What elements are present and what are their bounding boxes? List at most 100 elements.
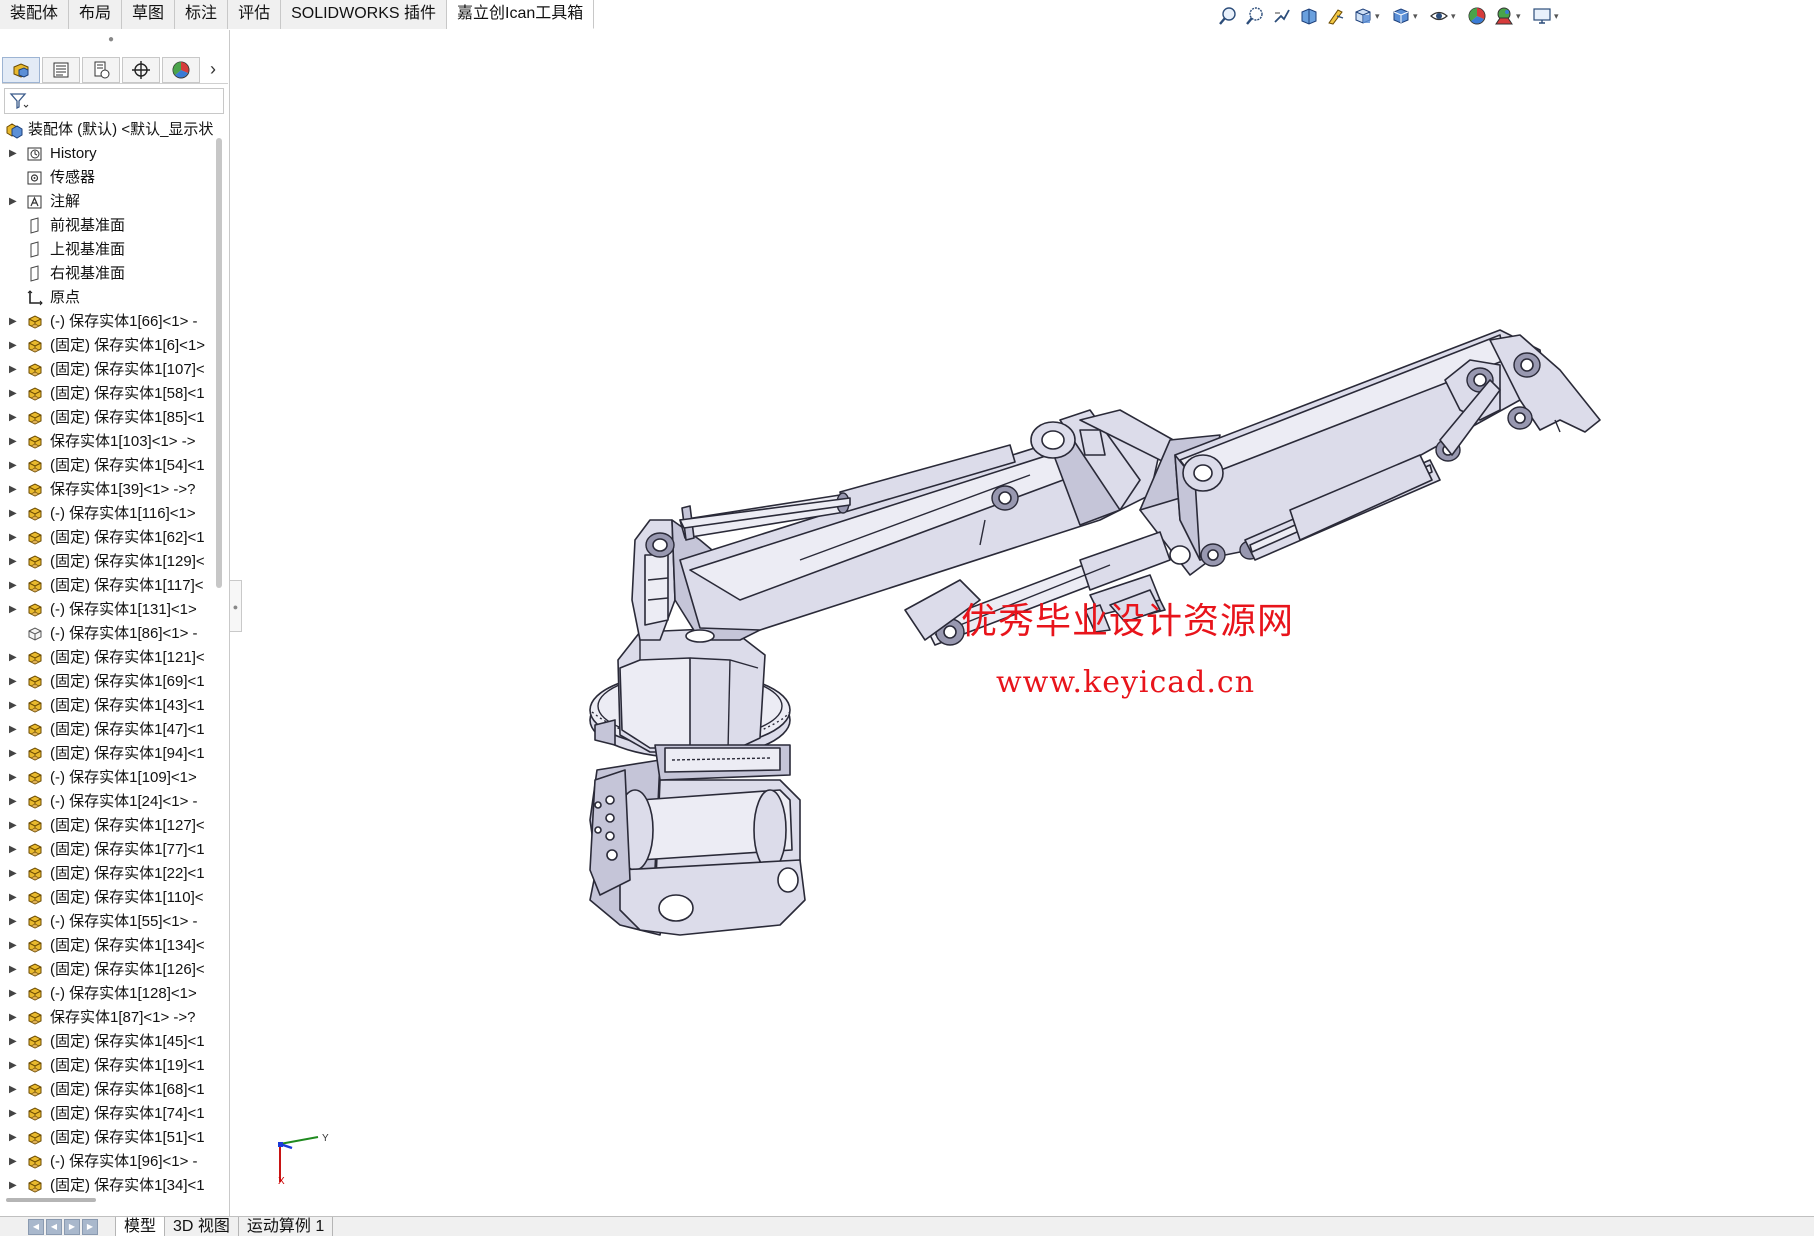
expand-arrow-icon[interactable]: ▶ bbox=[9, 766, 19, 790]
expand-arrow-icon[interactable]: ▶ bbox=[9, 430, 19, 454]
tree-item[interactable]: ▶ 注解 bbox=[0, 190, 214, 214]
expand-arrow-icon[interactable]: ▶ bbox=[9, 550, 19, 574]
chevron-down-icon[interactable]: ▾ bbox=[1451, 11, 1461, 22]
expand-arrow-icon[interactable]: ▶ bbox=[9, 1078, 19, 1102]
tree-item[interactable]: ▶ (-) 保存实体1[24]<1> - bbox=[0, 790, 214, 814]
expand-arrow-icon[interactable]: ▶ bbox=[9, 670, 19, 694]
expand-arrow-icon[interactable]: ▶ bbox=[9, 862, 19, 886]
first-tab-button[interactable]: ◀ bbox=[28, 1218, 44, 1235]
tree-item[interactable]: ▶ (固定) 保存实体1[6]<1> bbox=[0, 334, 214, 358]
expand-arrow-icon[interactable]: ▶ bbox=[9, 694, 19, 718]
expand-arrow-icon[interactable]: ▶ bbox=[9, 1174, 19, 1198]
expand-arrow-icon[interactable]: ▶ bbox=[9, 1030, 19, 1054]
tree-item[interactable]: 前视基准面 bbox=[0, 214, 214, 238]
dynamic-annotation-button[interactable] bbox=[1324, 5, 1348, 27]
configurationmanager-tab[interactable] bbox=[82, 56, 120, 83]
command-tab-0[interactable]: 装配体 bbox=[0, 0, 70, 29]
tree-item[interactable]: ▶ (固定) 保存实体1[129]< bbox=[0, 550, 214, 574]
apply-scene-button[interactable] bbox=[1492, 5, 1516, 27]
chevron-down-icon[interactable]: ▾ bbox=[1554, 11, 1564, 22]
expand-arrow-icon[interactable]: ▶ bbox=[9, 526, 19, 550]
command-tab-1[interactable]: 布局 bbox=[69, 0, 123, 29]
expand-arrow-icon[interactable]: ▶ bbox=[9, 742, 19, 766]
expand-arrow-icon[interactable]: ▶ bbox=[9, 1126, 19, 1150]
expand-arrow-icon[interactable]: ▶ bbox=[9, 646, 19, 670]
tree-item[interactable]: ▶ (固定) 保存实体1[68]<1 bbox=[0, 1078, 214, 1102]
tree-item[interactable]: ▶ (固定) 保存实体1[47]<1 bbox=[0, 718, 214, 742]
more-tabs-chevron-icon[interactable]: › bbox=[202, 57, 224, 83]
bottom-tab-2[interactable]: 运动算例 1 bbox=[237, 1216, 334, 1236]
expand-arrow-icon[interactable]: ▶ bbox=[9, 382, 19, 406]
zoom-to-fit-button[interactable] bbox=[1216, 5, 1240, 27]
tree-item[interactable]: ▶ (固定) 保存实体1[58]<1 bbox=[0, 382, 214, 406]
display-style-button[interactable] bbox=[1389, 5, 1413, 27]
chevron-down-icon[interactable]: ▾ bbox=[1516, 11, 1526, 22]
expand-arrow-icon[interactable]: ▶ bbox=[9, 1054, 19, 1078]
zoom-area-button[interactable] bbox=[1243, 5, 1267, 27]
tree-item[interactable]: ▶ (固定) 保存实体1[94]<1 bbox=[0, 742, 214, 766]
expand-arrow-icon[interactable]: ▶ bbox=[9, 934, 19, 958]
prev-tab-button[interactable]: ◀ bbox=[46, 1218, 62, 1235]
expand-arrow-icon[interactable]: ▶ bbox=[9, 886, 19, 910]
tree-item[interactable]: ▶ (固定) 保存实体1[85]<1 bbox=[0, 406, 214, 430]
command-tab-3[interactable]: 标注 bbox=[175, 0, 229, 29]
hide-show-button[interactable] bbox=[1427, 5, 1451, 27]
featuremanager-tab[interactable] bbox=[2, 56, 40, 83]
tree-item[interactable]: ▶ (固定) 保存实体1[45]<1 bbox=[0, 1030, 214, 1054]
expand-arrow-icon[interactable]: ▶ bbox=[9, 142, 19, 166]
chevron-down-icon[interactable]: ▾ bbox=[1375, 11, 1385, 22]
dimxpert-tab[interactable] bbox=[122, 56, 160, 83]
tree-item[interactable]: (-) 保存实体1[86]<1> - bbox=[0, 622, 214, 646]
tree-item[interactable]: ▶ (固定) 保存实体1[62]<1 bbox=[0, 526, 214, 550]
tree-item[interactable]: ▶ (固定) 保存实体1[126]< bbox=[0, 958, 214, 982]
command-tab-4[interactable]: 评估 bbox=[228, 0, 282, 29]
tree-item[interactable]: ▶ (固定) 保存实体1[74]<1 bbox=[0, 1102, 214, 1126]
last-tab-button[interactable]: ▶ bbox=[82, 1218, 98, 1235]
tree-item[interactable]: ▶ 保存实体1[39]<1> ->? bbox=[0, 478, 214, 502]
expand-arrow-icon[interactable]: ▶ bbox=[9, 406, 19, 430]
tree-vertical-scrollbar[interactable] bbox=[216, 138, 222, 588]
expand-arrow-icon[interactable]: ▶ bbox=[9, 574, 19, 598]
expand-arrow-icon[interactable]: ▶ bbox=[9, 910, 19, 934]
tree-item[interactable]: ▶ (固定) 保存实体1[117]< bbox=[0, 574, 214, 598]
expand-arrow-icon[interactable]: ▶ bbox=[9, 454, 19, 478]
expand-arrow-icon[interactable]: ▶ bbox=[9, 1150, 19, 1174]
tree-item[interactable]: ▶ (固定) 保存实体1[43]<1 bbox=[0, 694, 214, 718]
tree-item[interactable]: ▶ (-) 保存实体1[131]<1> bbox=[0, 598, 214, 622]
expand-arrow-icon[interactable]: ▶ bbox=[9, 598, 19, 622]
tree-item[interactable]: ▶ (固定) 保存实体1[69]<1 bbox=[0, 670, 214, 694]
tree-item[interactable]: ▶ (-) 保存实体1[109]<1> bbox=[0, 766, 214, 790]
panel-grip[interactable]: ● bbox=[108, 34, 114, 45]
expand-arrow-icon[interactable]: ▶ bbox=[9, 310, 19, 334]
tree-item[interactable]: ▶ (-) 保存实体1[66]<1> - bbox=[0, 310, 214, 334]
tree-item[interactable]: 上视基准面 bbox=[0, 238, 214, 262]
edit-appearance-button[interactable] bbox=[1465, 5, 1489, 27]
tree-item[interactable]: ▶ (固定) 保存实体1[34]<1 bbox=[0, 1174, 214, 1198]
tree-item[interactable]: ▶ (固定) 保存实体1[22]<1 bbox=[0, 862, 214, 886]
tree-item[interactable]: ▶ (固定) 保存实体1[107]< bbox=[0, 358, 214, 382]
command-tab-6[interactable]: 嘉立创Ican工具箱 bbox=[447, 0, 595, 29]
previous-view-button[interactable] bbox=[1270, 5, 1294, 27]
tree-item[interactable]: ▶ (-) 保存实体1[116]<1> bbox=[0, 502, 214, 526]
tree-item[interactable]: 右视基准面 bbox=[0, 262, 214, 286]
expand-arrow-icon[interactable]: ▶ bbox=[9, 958, 19, 982]
graphics-area[interactable]: .m { fill: #dcdcea; stroke: #2a2a38; str… bbox=[231, 30, 1814, 1216]
next-tab-button[interactable]: ▶ bbox=[64, 1218, 80, 1235]
tree-item[interactable]: ▶ (-) 保存实体1[96]<1> - bbox=[0, 1150, 214, 1174]
expand-arrow-icon[interactable]: ▶ bbox=[9, 190, 19, 214]
bottom-tab-0[interactable]: 模型 bbox=[115, 1216, 166, 1236]
chevron-down-icon[interactable]: ▾ bbox=[1413, 11, 1423, 22]
tree-item[interactable]: ▶ (固定) 保存实体1[19]<1 bbox=[0, 1054, 214, 1078]
expand-arrow-icon[interactable]: ▶ bbox=[9, 838, 19, 862]
expand-arrow-icon[interactable]: ▶ bbox=[9, 1102, 19, 1126]
expand-arrow-icon[interactable]: ▶ bbox=[9, 982, 19, 1006]
tree-item[interactable]: ▶ (固定) 保存实体1[121]< bbox=[0, 646, 214, 670]
tree-item[interactable]: ▶ 保存实体1[103]<1> -> bbox=[0, 430, 214, 454]
tree-item[interactable]: 传感器 bbox=[0, 166, 214, 190]
tree-item[interactable]: ▶ History bbox=[0, 142, 214, 166]
expand-arrow-icon[interactable]: ▶ bbox=[9, 1006, 19, 1030]
expand-arrow-icon[interactable]: ▶ bbox=[9, 814, 19, 838]
tree-horizontal-scrollbar[interactable] bbox=[6, 1198, 96, 1202]
view-settings-button[interactable] bbox=[1530, 5, 1554, 27]
tree-item[interactable]: ▶ (固定) 保存实体1[110]< bbox=[0, 886, 214, 910]
